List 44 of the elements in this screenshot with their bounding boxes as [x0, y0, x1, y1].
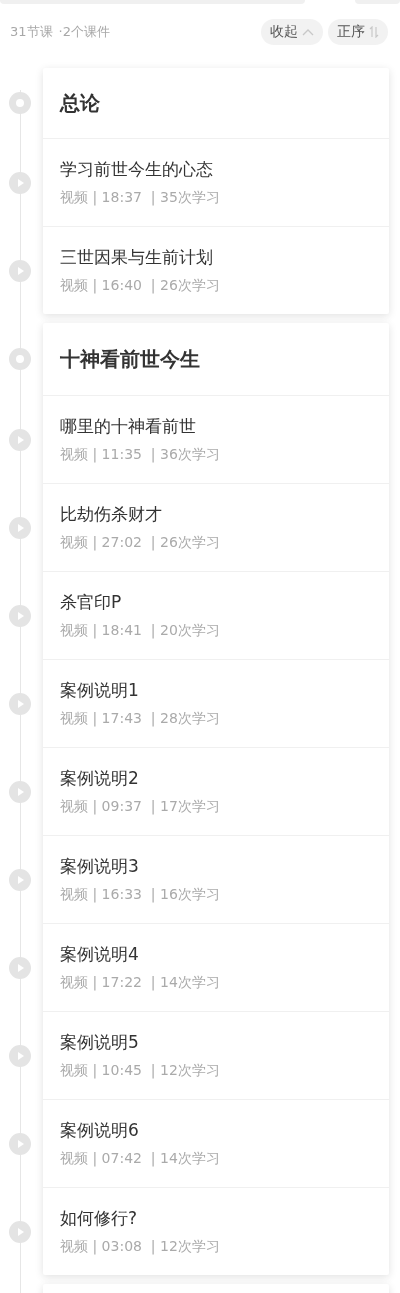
lesson-item[interactable]: 如何修行? 视频 | 03:08 | 12次学习 — [43, 1188, 389, 1275]
lesson-meta: 视频 | 17:22 | 14次学习 — [60, 974, 221, 992]
sort-icon — [369, 26, 379, 38]
lesson-meta: 视频 | 11:35 | 36次学习 — [60, 446, 221, 464]
lesson-title: 杀官印P — [60, 591, 123, 614]
lesson-title: 案例说明4 — [60, 943, 140, 966]
lesson-item[interactable]: 哪里的十神看前世 视频 | 11:35 | 36次学习 — [43, 396, 389, 484]
lesson-item[interactable]: 案例说明2 视频 | 09:37 | 17次学习 — [43, 748, 389, 836]
lesson-item[interactable]: 案例说明3 视频 | 16:33 | 16次学习 — [43, 836, 389, 924]
lesson-item[interactable]: 案例说明1 视频 | 17:43 | 28次学习 — [43, 660, 389, 748]
lesson-meta: 视频 | 07:42 | 14次学习 — [60, 1150, 221, 1168]
lesson-meta: 视频 | 10:45 | 12次学习 — [60, 1062, 221, 1080]
section-title: 十神看前世今生 — [60, 345, 200, 373]
collapse-button[interactable]: 收起 — [261, 19, 323, 45]
chevron-up-icon — [302, 28, 314, 36]
lesson-meta: 视频 | 09:37 | 17次学习 — [60, 798, 221, 816]
lesson-title: 案例说明6 — [60, 1119, 140, 1142]
lesson-meta: 视频 | 18:41 | 20次学习 — [60, 622, 221, 640]
lesson-title: 案例说明2 — [60, 767, 140, 790]
lesson-meta: 视频 | 27:02 | 26次学习 — [60, 534, 221, 552]
lesson-item[interactable]: 案例说明5 视频 | 10:45 | 12次学习 — [43, 1012, 389, 1100]
lesson-meta: 视频 | 16:33 | 16次学习 — [60, 886, 221, 904]
lesson-meta: 视频 | 03:08 | 12次学习 — [60, 1238, 221, 1256]
sort-button[interactable]: 正序 — [328, 19, 388, 45]
lesson-item[interactable]: 案例说明4 视频 | 17:22 | 14次学习 — [43, 924, 389, 1012]
lesson-item[interactable]: 杀官印P 视频 | 18:41 | 20次学习 — [43, 572, 389, 660]
lesson-meta: 视频 | 17:43 | 28次学习 — [60, 710, 221, 728]
lesson-title: 如何修行? — [60, 1207, 139, 1230]
lesson-item[interactable]: 三世因果与生前计划 视频 | 16:40 | 26次学习 — [43, 227, 389, 314]
lesson-title: 案例说明1 — [60, 679, 140, 702]
lesson-item[interactable]: 案例说明6 视频 | 07:42 | 14次学习 — [43, 1100, 389, 1188]
lesson-item[interactable]: 比劫伤杀财才 视频 | 27:02 | 26次学习 — [43, 484, 389, 572]
lesson-count: 31节课 — [10, 23, 53, 41]
lesson-item[interactable]: 学习前世今生的心态 视频 | 18:37 | 35次学习 — [43, 139, 389, 227]
lesson-title: 案例说明3 — [60, 855, 140, 878]
file-count: ·2个课件 — [58, 23, 110, 41]
lesson-meta: 视频 | 16:40 | 26次学习 — [60, 277, 221, 295]
lesson-title: 比劫伤杀财才 — [60, 503, 163, 526]
section-title: 总论 — [60, 89, 100, 117]
lesson-title: 案例说明5 — [60, 1031, 140, 1054]
lesson-meta: 视频 | 18:37 | 35次学习 — [60, 189, 221, 207]
lesson-title: 学习前世今生的心态 — [60, 158, 214, 181]
lesson-title: 哪里的十神看前世 — [60, 415, 197, 438]
lesson-title: 三世因果与生前计划 — [60, 246, 214, 269]
